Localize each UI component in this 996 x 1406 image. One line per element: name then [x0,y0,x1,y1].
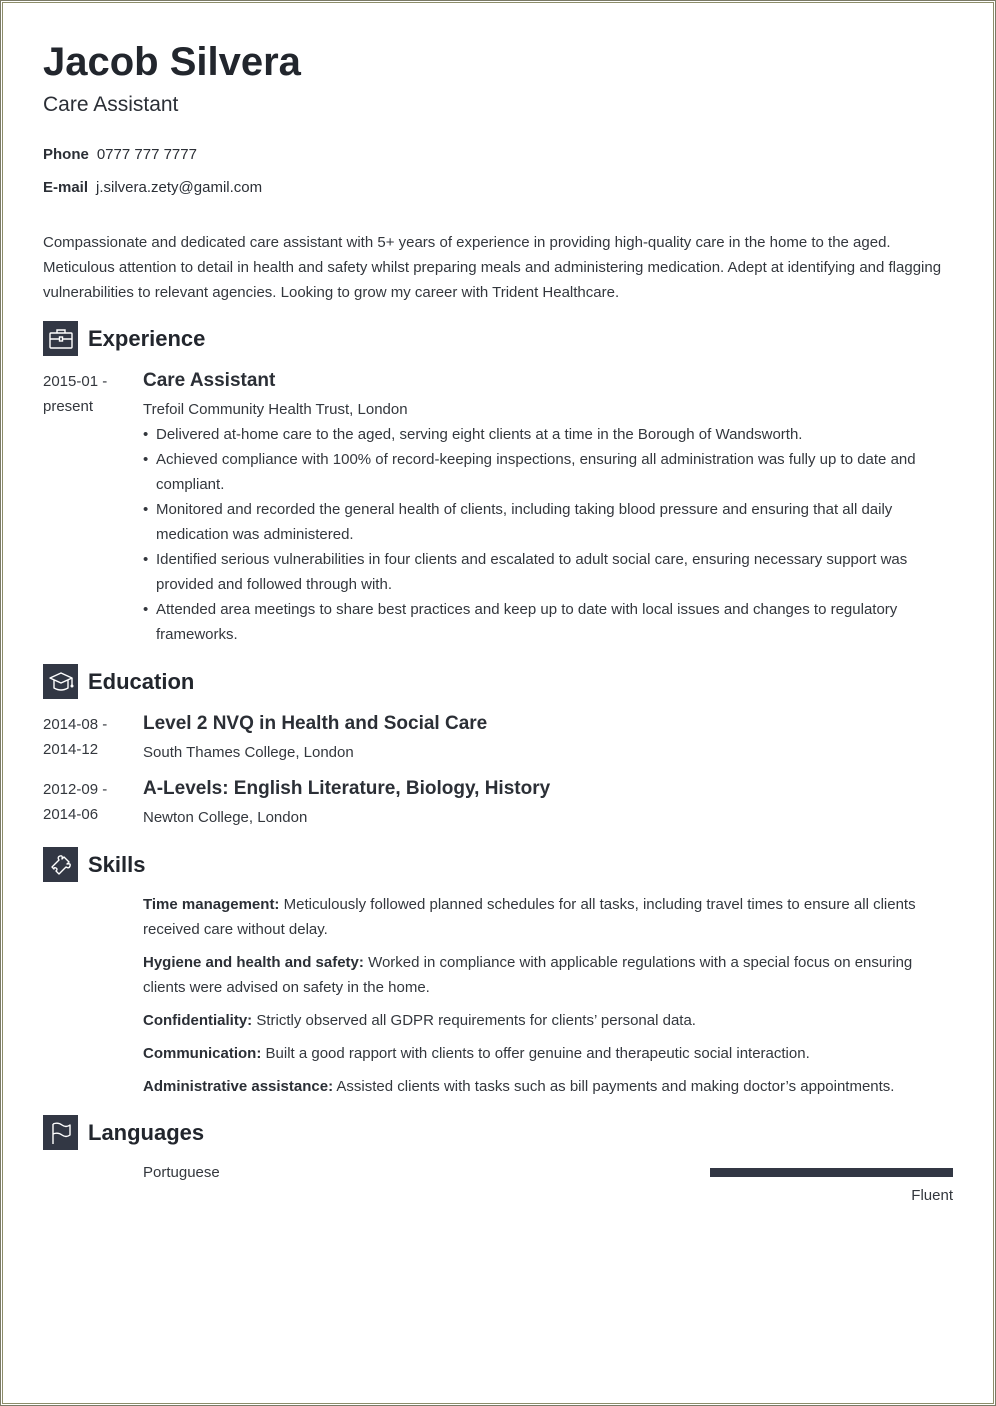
flag-icon [43,1115,78,1150]
language-name: Portuguese [143,1164,220,1181]
graduation-cap-icon [43,664,78,699]
education-entry: A-Levels: English Literature, Biology, H… [143,776,953,830]
language-proficiency-fill [710,1168,953,1177]
job-title: Care Assistant [143,370,276,391]
employer: Trefoil Community Health Trust, London [143,401,408,418]
briefcase-icon [43,321,78,356]
skill-item: Administrative assistance: Assisted clie… [143,1078,895,1095]
section-title: Education [88,668,195,694]
profile-summary: Compassionate and dedicated care assista… [43,234,942,301]
section-experience-header: Experience [43,321,205,356]
email-label: E-mail [43,179,89,196]
phone-value: 0777 777 7777 [96,146,197,163]
education-date: 2012-09 - 2014-06 [43,781,108,823]
experience-entry: Care Assistant Trefoil Community Health … [143,368,953,647]
contact-email: E-mail j.silvera.zety@gamil.com [43,179,262,196]
section-title: Experience [88,325,206,351]
section-skills-header: Skills [43,847,145,882]
education-date: 2014-08 - 2014-12 [43,716,108,758]
language-level: Fluent [911,1187,953,1204]
puzzle-piece-icon [43,847,78,882]
skill-item: Time management: Meticulously followed p… [143,896,916,938]
section-title: Skills [88,851,146,877]
candidate-title: Care Assistant [43,93,179,116]
degree-title: A-Levels: English Literature, Biology, H… [143,778,551,799]
list-item: Monitored and recorded the general healt… [143,497,953,547]
list-item: Identified serious vulnerabilities in fo… [143,547,953,597]
section-title: Languages [88,1119,205,1145]
degree-title: Level 2 NVQ in Health and Social Care [143,713,488,734]
list-item: Attended area meetings to share best pra… [143,597,953,647]
list-item: Achieved compliance with 100% of record-… [143,447,953,497]
candidate-name: Jacob Silvera [43,40,301,84]
school-name: Newton College, London [143,809,308,826]
school-name: South Thames College, London [143,744,354,761]
education-entry: Level 2 NVQ in Health and Social Care So… [143,711,953,765]
skill-item: Confidentiality: Strictly observed all G… [143,1012,696,1029]
page-border-inner [2,2,994,1404]
experience-date: 2015-01 - present [43,373,108,415]
skill-item: Hygiene and health and safety: Worked in… [143,954,913,996]
contact-phone: Phone 0777 777 7777 [43,146,197,163]
list-item: Delivered at-home care to the aged, serv… [143,422,953,447]
responsibilities-list: Delivered at-home care to the aged, serv… [143,422,953,647]
section-education-header: Education [43,664,194,699]
language-proficiency-bar [710,1168,953,1177]
email-value: j.silvera.zety@gamil.com [96,179,263,196]
phone-label: Phone [43,146,89,163]
section-languages-header: Languages [43,1115,204,1150]
skill-item: Communication: Built a good rapport with… [143,1045,810,1062]
